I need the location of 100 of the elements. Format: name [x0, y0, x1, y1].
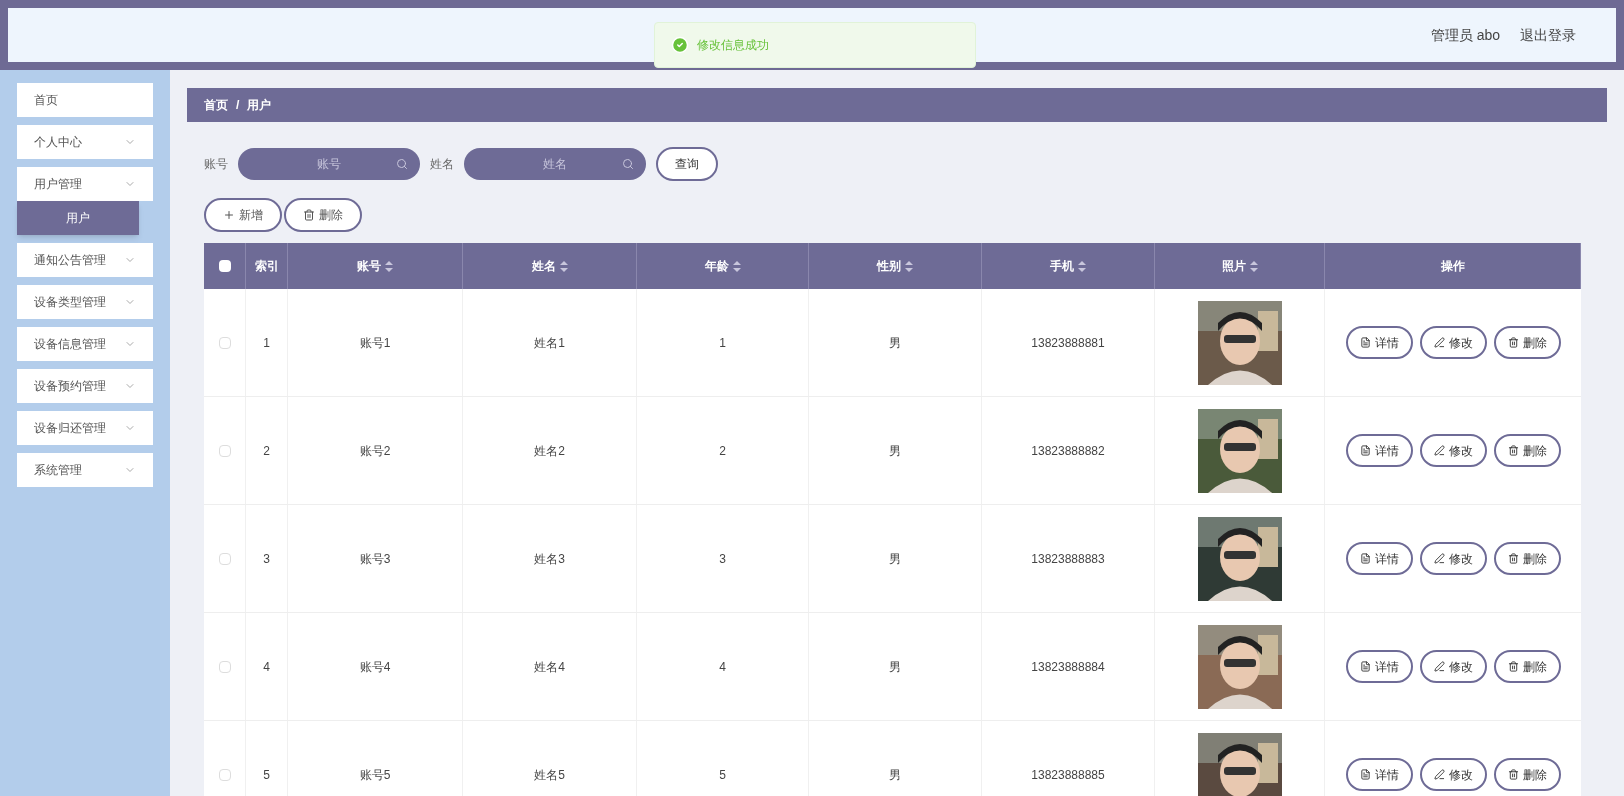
sort-icon	[905, 260, 913, 272]
search-field[interactable]: 账号	[238, 148, 420, 180]
table-cell-text: 男	[889, 334, 901, 352]
delete-button[interactable]: 删除	[1493, 758, 1561, 791]
table-cell-text: 男	[889, 442, 901, 460]
sort-icon	[1249, 260, 1258, 272]
table-cell-text: 2	[263, 442, 270, 460]
document-icon	[1359, 337, 1371, 348]
sidebar-item[interactable]: 设备信息管理	[17, 327, 153, 361]
column-header: 索引	[246, 243, 288, 289]
table-cell-text: 男	[889, 658, 901, 676]
document-icon	[1359, 661, 1371, 672]
column-header[interactable]: 性别	[809, 243, 982, 289]
table-cell-text: 账号5	[359, 766, 391, 784]
field-label: 账号	[204, 156, 228, 173]
row-checkbox[interactable]	[218, 336, 231, 349]
delete-button[interactable]: 删除	[1493, 542, 1561, 575]
select-all-checkbox[interactable]	[218, 260, 231, 272]
breadcrumb-item[interactable]: 首页	[204, 96, 228, 114]
pen-icon	[1433, 661, 1445, 672]
sidebar-item[interactable]: 首页	[17, 83, 153, 117]
sidebar-item[interactable]: 设备类型管理	[17, 285, 153, 319]
delete-button[interactable]: 删除	[1493, 326, 1561, 359]
column-header: 操作	[1325, 243, 1581, 289]
row-checkbox[interactable]	[218, 660, 231, 673]
sidebar-item[interactable]: 设备预约管理	[17, 369, 153, 403]
delete-button[interactable]: 删除	[1493, 434, 1561, 467]
sidebar-item[interactable]: 系统管理	[17, 453, 153, 487]
sort-icon	[559, 260, 568, 272]
breadcrumb-item[interactable]: 用户	[247, 96, 272, 114]
query-button[interactable]: 查询	[656, 147, 718, 181]
trash-icon	[1507, 769, 1519, 780]
field-label: 姓名	[430, 156, 454, 173]
delete-button[interactable]: 删除	[284, 198, 362, 232]
search-field[interactable]: 姓名	[464, 148, 646, 180]
pen-icon	[1433, 337, 1445, 348]
column-header[interactable]: 手机	[982, 243, 1155, 289]
column-header[interactable]: 照片	[1155, 243, 1325, 289]
table-cell-text: 账号4	[359, 658, 391, 676]
edit-button[interactable]: 修改	[1419, 650, 1487, 683]
user-name: 管理员 abo	[1430, 25, 1500, 45]
table-cell-text: 1	[263, 334, 270, 352]
edit-button[interactable]: 修改	[1419, 542, 1487, 575]
toast-message: 修改信息成功	[697, 37, 769, 54]
table-cell-text: 3	[263, 550, 270, 568]
table-cell-text: 姓名1	[534, 334, 565, 352]
edit-button[interactable]: 修改	[1419, 326, 1487, 359]
column-header[interactable]: 账号	[288, 243, 463, 289]
plus-icon	[223, 209, 235, 221]
edit-button[interactable]: 修改	[1419, 758, 1487, 791]
table-cell-text: 账号1	[359, 334, 391, 352]
sort-icon	[1078, 260, 1086, 272]
document-icon	[1359, 553, 1371, 564]
sidebar-item[interactable]: 设备归还管理	[17, 411, 153, 445]
table-cell-text: 姓名3	[534, 550, 565, 568]
submenu-item[interactable]: 用户	[17, 201, 139, 235]
detail-button[interactable]: 详情	[1345, 326, 1413, 359]
table-cell-text: 13823888883	[1031, 550, 1105, 568]
document-icon	[1359, 769, 1371, 780]
table-cell-text: 2	[719, 442, 726, 460]
delete-button[interactable]: 删除	[1493, 650, 1561, 683]
trash-icon	[303, 209, 315, 221]
table-cell-text: 姓名4	[534, 658, 565, 676]
document-icon	[1359, 445, 1371, 456]
logout-link[interactable]: 退出登录	[1520, 24, 1576, 46]
table-cell-text: 男	[889, 550, 901, 568]
column-header[interactable]: 年龄	[637, 243, 809, 289]
table-cell-text: 13823888884	[1031, 658, 1105, 676]
search-icon	[396, 158, 408, 170]
table-cell-text: 5	[719, 766, 726, 784]
pen-icon	[1433, 445, 1445, 456]
table-cell-text: 男	[889, 766, 901, 784]
trash-icon	[1507, 445, 1519, 456]
add-button[interactable]: 新增	[204, 198, 282, 232]
sidebar-item[interactable]: 个人中心	[17, 125, 153, 159]
detail-button[interactable]: 详情	[1345, 542, 1413, 575]
edit-button[interactable]: 修改	[1419, 434, 1487, 467]
table-cell-text: 4	[719, 658, 726, 676]
breadcrumb-item: /	[236, 97, 240, 114]
detail-button[interactable]: 详情	[1345, 758, 1413, 791]
sort-icon	[385, 260, 393, 272]
table-cell-text: 4	[263, 658, 270, 676]
sidebar-item[interactable]: 用户管理	[17, 167, 153, 201]
table-cell-text: 姓名2	[534, 442, 565, 460]
table-cell-text: 5	[263, 766, 270, 784]
table-cell-text: 13823888885	[1031, 766, 1105, 784]
detail-button[interactable]: 详情	[1345, 434, 1413, 467]
column-header[interactable]: 姓名	[463, 243, 637, 289]
table-cell-text: 13823888882	[1031, 442, 1105, 460]
table-cell-text: 账号2	[359, 442, 391, 460]
sidebar-item[interactable]: 通知公告管理	[17, 243, 153, 277]
row-checkbox[interactable]	[218, 552, 231, 565]
row-checkbox[interactable]	[218, 768, 231, 781]
row-checkbox[interactable]	[218, 444, 231, 457]
detail-button[interactable]: 详情	[1345, 650, 1413, 683]
table-cell-text: 姓名5	[534, 766, 565, 784]
table-cell-text: 3	[719, 550, 726, 568]
check-icon	[671, 36, 689, 54]
table-cell-text: 账号3	[359, 550, 391, 568]
trash-icon	[1507, 661, 1519, 672]
